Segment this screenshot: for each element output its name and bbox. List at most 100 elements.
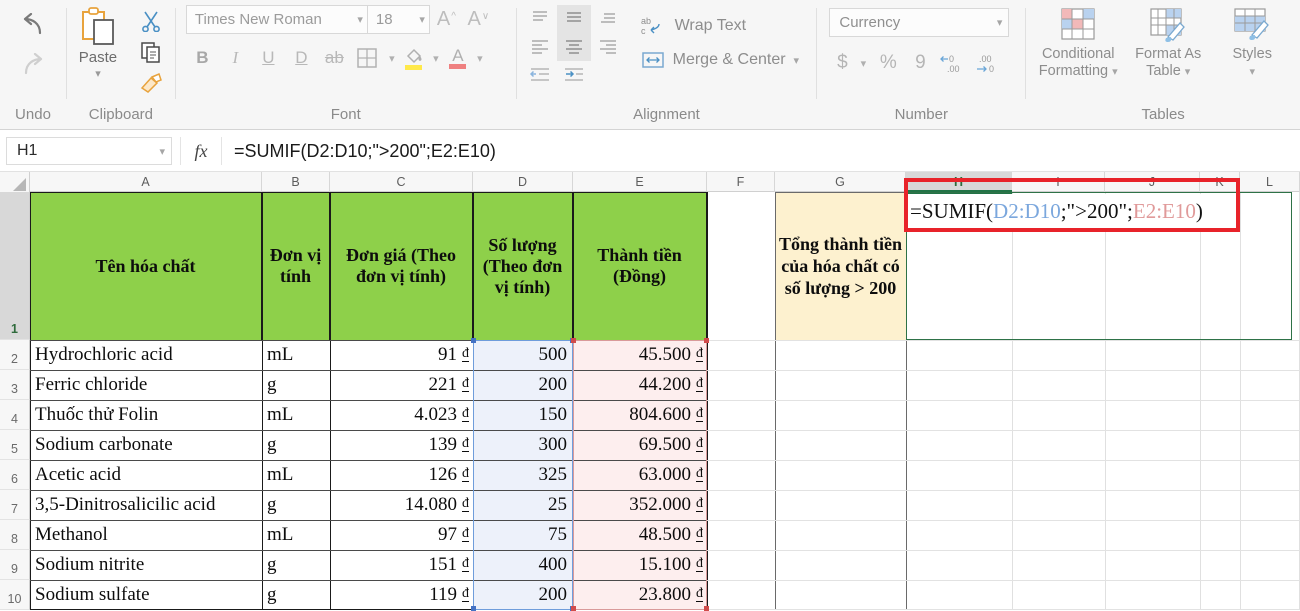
cell-c4[interactable]: 4.023đ [330, 400, 473, 430]
percent-format-button[interactable]: % [871, 48, 905, 78]
chevron-down-icon[interactable]: ▾ [357, 13, 363, 26]
cell-c2[interactable]: 91đ [330, 340, 473, 370]
strikethrough-button[interactable]: ab [318, 42, 351, 74]
row-header-6[interactable]: 6 [0, 460, 30, 490]
range-handle-e-topleft[interactable] [571, 338, 576, 343]
cell-a2[interactable]: Hydrochloric acid [30, 340, 262, 370]
align-center-button[interactable] [557, 33, 591, 61]
cell-b5[interactable]: g [262, 430, 330, 460]
row-header-4[interactable]: 4 [0, 400, 30, 430]
cell-a4[interactable]: Thuốc thử Folin [30, 400, 262, 430]
chevron-down-icon[interactable]: ▾ [472, 42, 488, 74]
row-header-5[interactable]: 5 [0, 430, 30, 460]
increase-decimal-button[interactable]: 0 .00 [935, 48, 969, 78]
align-right-button[interactable] [591, 33, 625, 61]
merge-center-button[interactable]: Merge & Center ▾ [641, 43, 799, 77]
column-header-e[interactable]: E [573, 172, 707, 192]
formula-input[interactable]: =SUMIF(D2:D10;">200";E2:E10) [234, 141, 496, 162]
cell-a8[interactable]: Methanol [30, 520, 262, 550]
cell-c9[interactable]: 151đ [330, 550, 473, 580]
cell-d7[interactable]: 25 [473, 490, 573, 520]
cell-a5[interactable]: Sodium carbonate [30, 430, 262, 460]
comma-format-button[interactable]: 9 [905, 48, 935, 78]
cut-button[interactable] [136, 7, 166, 35]
align-bottom-button[interactable] [591, 5, 625, 33]
decrease-decimal-button[interactable]: .00 0 [969, 48, 1003, 78]
chevron-down-icon[interactable]: ▾ [159, 145, 165, 158]
format-as-table-button[interactable]: Format As Table ▾ [1124, 3, 1212, 81]
row-header-2[interactable]: 2 [0, 340, 30, 370]
decrease-indent-button[interactable] [523, 61, 557, 89]
column-header-g[interactable]: G [775, 172, 906, 192]
cell-d10[interactable]: 200 [473, 580, 573, 610]
cell-b8[interactable]: mL [262, 520, 330, 550]
format-painter-button[interactable] [136, 69, 166, 97]
chevron-down-icon[interactable]: ▾ [419, 13, 425, 26]
cell-a3[interactable]: Ferric chloride [30, 370, 262, 400]
bold-button[interactable]: B [186, 42, 219, 74]
copy-button[interactable] [136, 38, 166, 66]
cell-d2[interactable]: 500 [473, 340, 573, 370]
chevron-down-icon[interactable]: ▾ [428, 42, 444, 74]
cell-b10[interactable]: g [262, 580, 330, 610]
header-cell-g1[interactable]: Tổng thành tiền của hóa chất có số lượng… [775, 192, 906, 340]
borders-button[interactable] [351, 42, 384, 74]
cell-b2[interactable]: mL [262, 340, 330, 370]
cell-e7[interactable]: 352.000đ [573, 490, 707, 520]
row-header-3[interactable]: 3 [0, 370, 30, 400]
cell-b7[interactable]: g [262, 490, 330, 520]
chevron-down-icon[interactable]: ▾ [95, 69, 101, 79]
double-underline-button[interactable]: D [285, 42, 318, 74]
cell-b9[interactable]: g [262, 550, 330, 580]
cell-e5[interactable]: 69.500đ [573, 430, 707, 460]
range-handle-d-topleft[interactable] [471, 338, 476, 343]
cell-b6[interactable]: mL [262, 460, 330, 490]
row-header-1[interactable]: 1 [0, 192, 30, 340]
increase-indent-button[interactable] [557, 61, 591, 89]
column-header-l[interactable]: L [1240, 172, 1300, 192]
cell-e9[interactable]: 15.100đ [573, 550, 707, 580]
column-header-f[interactable]: F [707, 172, 775, 192]
row-header-7[interactable]: 7 [0, 490, 30, 520]
cell-e2[interactable]: 45.500đ [573, 340, 707, 370]
align-middle-button[interactable] [557, 5, 591, 33]
cell-a6[interactable]: Acetic acid [30, 460, 262, 490]
column-header-c[interactable]: C [330, 172, 473, 192]
undo-button[interactable] [10, 6, 56, 46]
chevron-down-icon[interactable]: ▾ [1112, 66, 1118, 78]
header-cell-e1[interactable]: Thành tiền (Đồng) [573, 192, 707, 340]
cell-c5[interactable]: 139đ [330, 430, 473, 460]
cell-styles-button[interactable]: Styles ▾ [1214, 3, 1290, 81]
cell-b3[interactable]: g [262, 370, 330, 400]
chevron-down-icon[interactable]: ▾ [1249, 66, 1255, 78]
cell-d5[interactable]: 300 [473, 430, 573, 460]
italic-button[interactable]: I [219, 42, 252, 74]
range-handle-d-bottomleft[interactable] [471, 606, 476, 611]
cell-e4[interactable]: 804.600đ [573, 400, 707, 430]
header-cell-a1[interactable]: Tên hóa chất [30, 192, 262, 340]
cell-c6[interactable]: 126đ [330, 460, 473, 490]
chevron-down-icon[interactable]: ▾ [855, 47, 871, 79]
select-all-corner[interactable] [0, 172, 30, 192]
redo-button[interactable] [10, 46, 56, 86]
cell-d9[interactable]: 400 [473, 550, 573, 580]
cell-c7[interactable]: 14.080đ [330, 490, 473, 520]
cell-c8[interactable]: 97đ [330, 520, 473, 550]
increase-font-size-button[interactable]: A^ [430, 4, 462, 34]
name-box[interactable]: H1 ▾ [6, 137, 172, 165]
wrap-text-button[interactable]: ab c Wrap Text [641, 9, 799, 43]
row-header-9[interactable]: 9 [0, 550, 30, 580]
accounting-format-button[interactable]: $ [829, 48, 855, 78]
column-header-a[interactable]: A [30, 172, 262, 192]
range-handle-e-topright[interactable] [704, 338, 709, 343]
cell-c3[interactable]: 221đ [330, 370, 473, 400]
font-name-input[interactable]: Times New Roman ▾ [186, 5, 368, 34]
cell-c10[interactable]: 119đ [330, 580, 473, 610]
cell-d4[interactable]: 150 [473, 400, 573, 430]
conditional-formatting-button[interactable]: Conditional Formatting ▾ [1034, 3, 1122, 81]
cell-d8[interactable]: 75 [473, 520, 573, 550]
column-header-d[interactable]: D [473, 172, 573, 192]
cell-a9[interactable]: Sodium nitrite [30, 550, 262, 580]
decrease-font-size-button[interactable]: A∨ [462, 4, 494, 34]
chevron-down-icon[interactable]: ▾ [1185, 66, 1191, 78]
